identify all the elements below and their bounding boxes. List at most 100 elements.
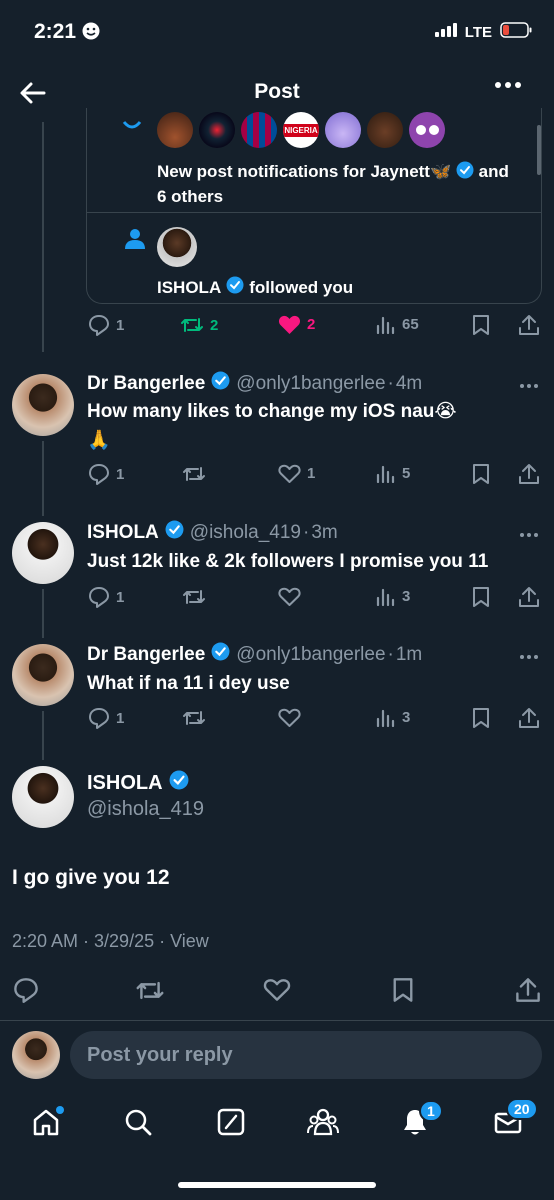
verified-badge-icon (456, 161, 474, 185)
display-name[interactable]: Dr Bangerlee (87, 644, 205, 666)
repost-button[interactable] (135, 977, 165, 1004)
reply-button[interactable]: 1 (88, 314, 124, 336)
bookmark-button[interactable] (472, 586, 490, 608)
avatar (241, 112, 277, 148)
main-post-handle[interactable]: @ishola_419 (87, 798, 204, 821)
network-label: LTE (464, 23, 492, 41)
notifications-badge: 1 (419, 1100, 443, 1122)
more-options-icon[interactable] (519, 521, 539, 544)
page-title: Post (254, 80, 300, 103)
reply-icon (89, 315, 109, 336)
reply-icon (89, 464, 109, 485)
repost-button[interactable]: 2 (180, 314, 218, 336)
share-button[interactable] (515, 977, 541, 1003)
repost-icon (181, 318, 203, 332)
avatar (409, 112, 445, 148)
avatar: NIGERIA (283, 112, 319, 148)
views-button[interactable]: 65 (376, 314, 419, 334)
scrollbar[interactable] (537, 125, 541, 175)
messages-badge: 20 (506, 1098, 538, 1120)
main-post-meta[interactable]: 2:20 AM · 3/29/25 · View (12, 931, 209, 952)
main-post-author[interactable]: ISHOLA (87, 770, 189, 796)
tab-grok[interactable] (211, 1102, 251, 1142)
reply-actions: 1 1 5 (0, 463, 554, 489)
bookmark-button[interactable] (472, 314, 490, 336)
bookmark-button[interactable] (472, 463, 490, 485)
tab-notifications[interactable]: 1 (395, 1100, 443, 1142)
handle[interactable]: @only1bangerlee (236, 644, 385, 666)
reply-header: Dr Bangerlee @only1bangerlee · 4m (87, 371, 422, 396)
status-time: 2:21 (34, 20, 100, 46)
battery-icon (500, 22, 532, 42)
verified-badge-icon (165, 520, 184, 545)
main-post-actions (0, 977, 554, 1003)
heart-icon (263, 979, 291, 1001)
repost-button[interactable] (182, 586, 212, 608)
reply-input[interactable] (70, 1031, 542, 1079)
bookmark-button[interactable] (472, 707, 490, 729)
views-button[interactable]: 3 (376, 707, 410, 727)
repost-icon (183, 590, 205, 604)
views-button[interactable]: 3 (376, 586, 410, 606)
like-button[interactable] (263, 977, 291, 1002)
avatar (157, 227, 197, 267)
avatar[interactable] (12, 766, 74, 828)
tab-home[interactable] (26, 1102, 66, 1142)
share-button[interactable] (518, 463, 540, 485)
separator: · (387, 643, 394, 665)
like-button[interactable] (278, 586, 307, 607)
home-indicator[interactable] (178, 1182, 376, 1188)
share-button[interactable] (518, 707, 540, 729)
notification-text: ISHOLA followed you (157, 276, 353, 299)
share-icon (516, 978, 540, 1002)
reply-text: How many likes to change my iOS nau😭 🙏 (87, 401, 457, 451)
tab-communities[interactable] (303, 1102, 343, 1142)
tab-messages[interactable]: 20 (488, 1098, 538, 1142)
avatar-label: NIGERIA (283, 123, 319, 137)
timestamp: 4m (395, 372, 423, 394)
repost-icon (183, 467, 205, 481)
views-button[interactable]: 5 (376, 463, 410, 483)
avatar[interactable] (12, 522, 74, 584)
like-button[interactable] (278, 707, 307, 728)
reply-icon (89, 708, 109, 729)
avatar (12, 1031, 60, 1079)
avatar[interactable] (12, 644, 74, 706)
reply-text: What if na 11 i dey use (87, 673, 290, 694)
more-options-icon[interactable] (519, 643, 539, 666)
more-options-icon[interactable] (494, 80, 524, 106)
bookmark-icon (393, 978, 413, 1002)
reply-button[interactable]: 1 (88, 463, 124, 485)
reply-button[interactable] (13, 977, 39, 1003)
views-icon (376, 465, 395, 483)
display-name[interactable]: ISHOLA (87, 522, 159, 544)
communities-icon (307, 1108, 339, 1136)
like-button[interactable]: 1 (278, 463, 315, 484)
divider (0, 1020, 554, 1021)
share-button[interactable] (518, 586, 540, 608)
separator: · (302, 521, 310, 543)
handle[interactable]: @ishola_419 (190, 522, 301, 544)
verified-badge-icon (226, 276, 244, 299)
display-name[interactable]: Dr Bangerlee (87, 373, 205, 395)
views-icon (376, 588, 395, 606)
avatar (367, 112, 403, 148)
avatar[interactable] (12, 374, 74, 436)
reply-button[interactable]: 1 (88, 586, 124, 608)
views-icon (376, 709, 395, 727)
share-button[interactable] (518, 314, 540, 336)
notification-avatars: NIGERIA (157, 112, 445, 148)
like-button[interactable]: 2 (278, 314, 315, 335)
reply-button[interactable]: 1 (88, 707, 124, 729)
signal-icon (434, 23, 457, 41)
more-options-icon[interactable] (519, 372, 539, 395)
bookmark-button[interactable] (392, 977, 414, 1003)
reply-icon (89, 587, 109, 608)
share-icon (519, 464, 539, 484)
tab-search[interactable] (118, 1102, 158, 1142)
handle[interactable]: @only1bangerlee (236, 373, 385, 395)
repost-button[interactable] (182, 463, 212, 485)
repost-button[interactable] (182, 707, 212, 729)
search-icon (125, 1109, 152, 1136)
repost-icon (136, 981, 164, 1000)
